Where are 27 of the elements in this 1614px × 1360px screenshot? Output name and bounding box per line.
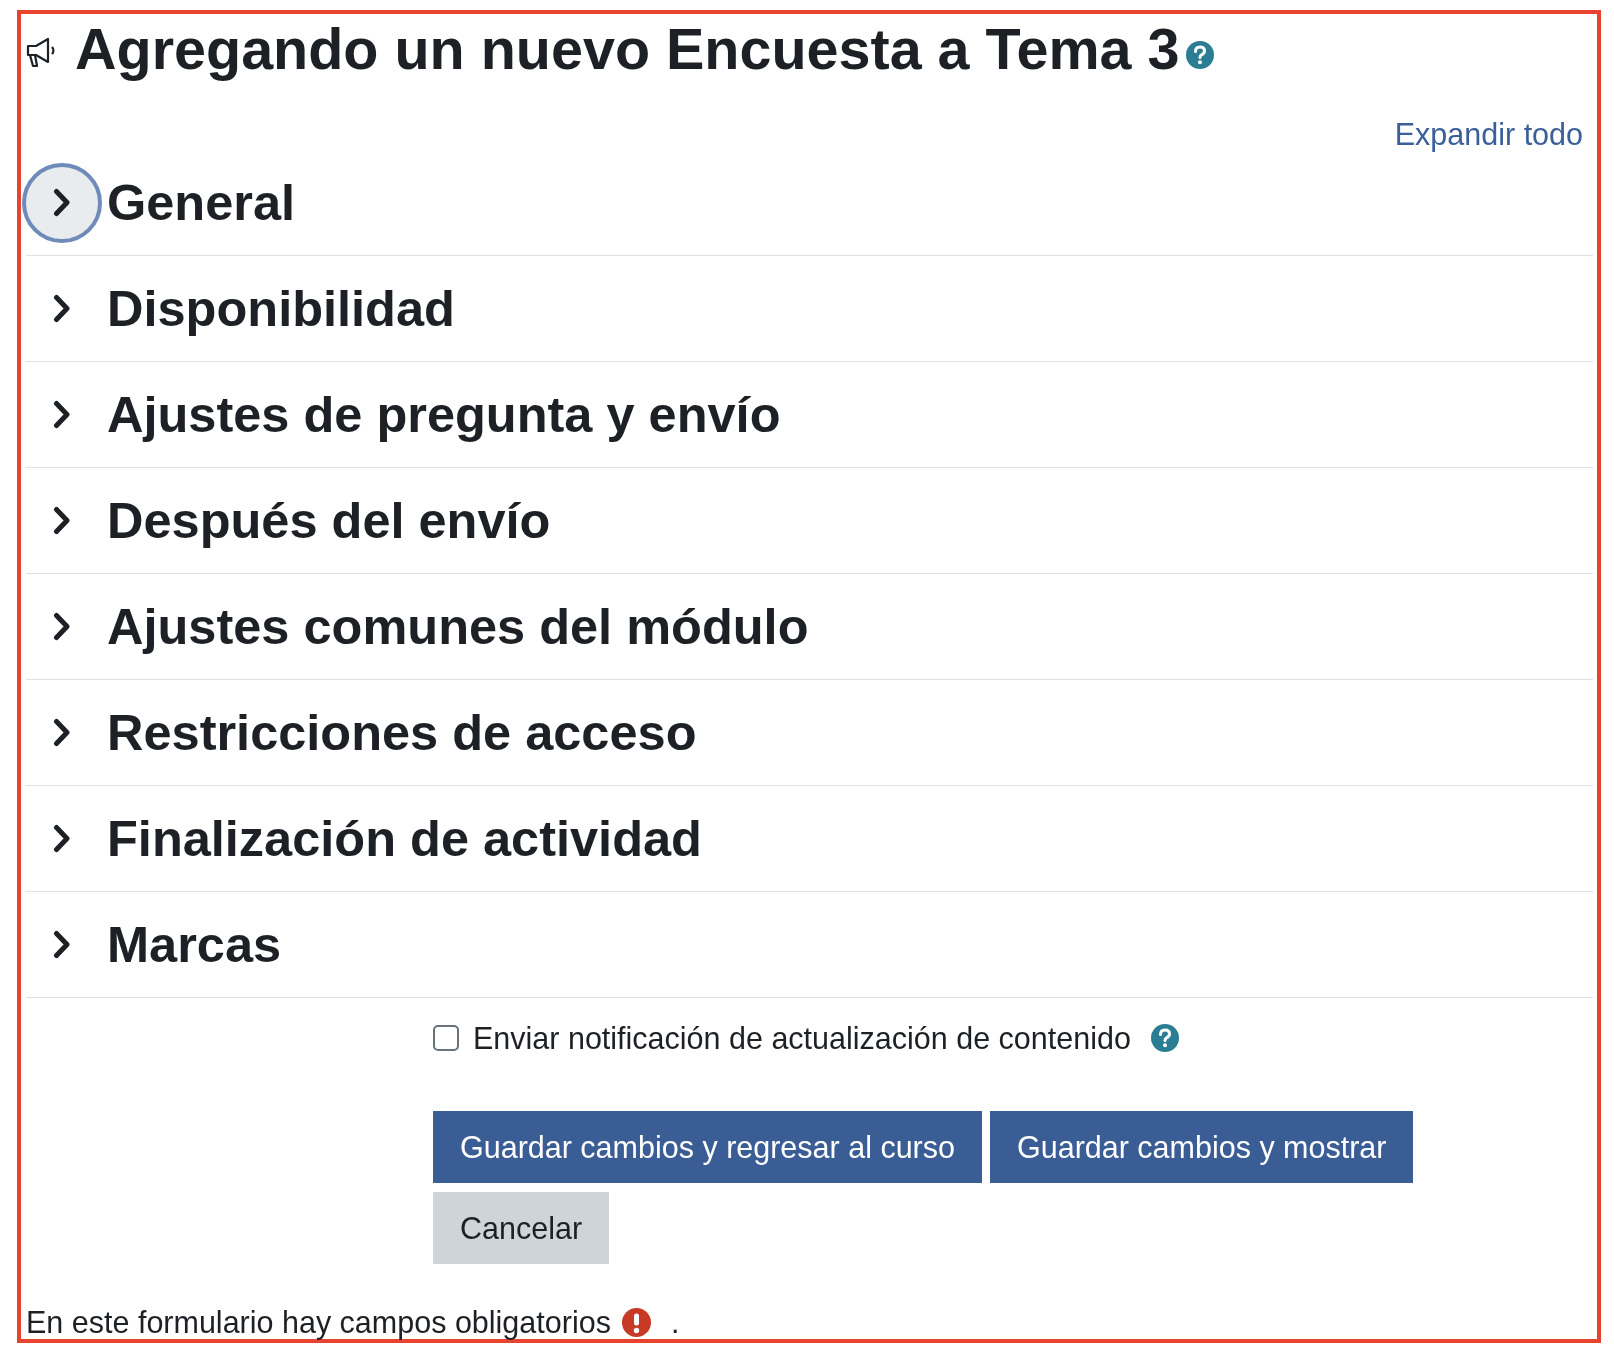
section-heading[interactable]: Disponibilidad xyxy=(107,278,455,339)
cancel-button[interactable]: Cancelar xyxy=(433,1192,610,1264)
save-button[interactable]: Guardar cambios y regresar al curso xyxy=(433,1111,982,1183)
chevron-right-icon[interactable] xyxy=(53,400,71,429)
section-heading[interactable]: Restricciones de acceso xyxy=(107,702,697,763)
section-heading[interactable]: Finalización de actividad xyxy=(107,808,702,869)
chevron-right-icon[interactable] xyxy=(53,824,71,853)
note-period: . xyxy=(670,1304,680,1340)
help-icon[interactable] xyxy=(1150,1024,1179,1052)
chevron-right-icon[interactable] xyxy=(53,506,71,535)
section-heading[interactable]: General xyxy=(107,172,296,233)
save-button[interactable]: Guardar cambios y mostrar xyxy=(990,1111,1414,1183)
expand-all-link[interactable]: Expandir todo xyxy=(1394,118,1583,150)
section-heading[interactable]: Marcas xyxy=(107,914,282,975)
chevron-right-icon[interactable] xyxy=(53,930,71,959)
section-heading[interactable]: Después del envío xyxy=(107,490,551,551)
chevron-right-icon[interactable] xyxy=(53,718,71,747)
section-heading[interactable]: Ajustes comunes del módulo xyxy=(107,596,809,657)
exclamation-icon xyxy=(621,1307,651,1337)
section-heading[interactable]: Ajustes de pregunta y envío xyxy=(107,384,781,445)
checkbox[interactable] xyxy=(433,1025,459,1051)
checkbox-label[interactable]: Enviar notificación de actualización de contenido xyxy=(473,1019,1131,1057)
chevron-right-icon[interactable] xyxy=(53,294,71,323)
help-icon[interactable] xyxy=(1186,41,1215,69)
required-fields-note: En este formulario hay campos obligatorios xyxy=(26,1304,611,1340)
page-title: Agregando un nuevo Encuesta a Tema 3 xyxy=(75,16,1180,83)
chevron-right-icon[interactable] xyxy=(53,612,71,641)
